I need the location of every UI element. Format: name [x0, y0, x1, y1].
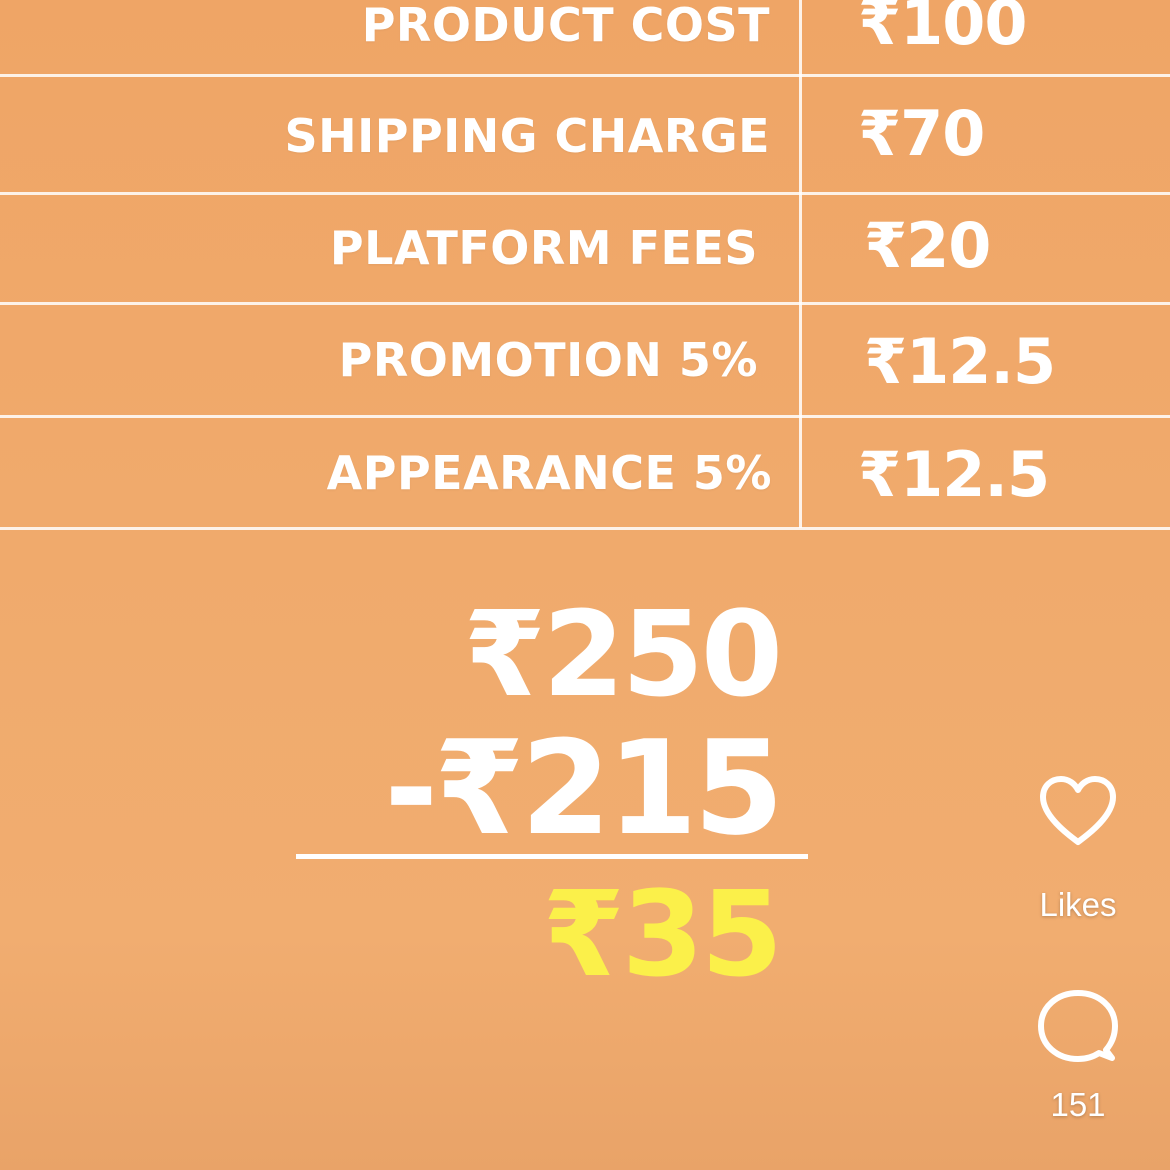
calc-total: ₹250: [463, 585, 783, 723]
row-value: ₹12.5: [858, 438, 1050, 511]
row-value: ₹12.5: [864, 325, 1056, 398]
calc-result: ₹35: [542, 865, 783, 1003]
cost-table: PRODUCT COST ₹100 SHIPPING CHARGE ₹70 PL…: [0, 0, 1170, 530]
row-value: ₹20: [864, 209, 991, 282]
table-row: PRODUCT COST ₹100: [0, 0, 1170, 74]
calc-subtract: -₹215: [384, 712, 784, 864]
row-label: PRODUCT COST: [361, 0, 770, 52]
table-row: SHIPPING CHARGE ₹70: [0, 77, 1170, 187]
table-row: PROMOTION 5% ₹12.5: [0, 305, 1170, 415]
row-label: PLATFORM FEES: [329, 221, 758, 275]
row-label: PROMOTION 5%: [338, 333, 758, 387]
row-label: APPEARANCE 5%: [326, 446, 772, 500]
table-row: PLATFORM FEES ₹20: [0, 195, 1170, 305]
comment-button[interactable]: 151: [1030, 988, 1126, 1124]
heart-icon: [1030, 774, 1126, 848]
row-label: SHIPPING CHARGE: [284, 109, 770, 163]
calc-divider: [296, 854, 808, 859]
comment-count: 151: [1050, 1086, 1106, 1123]
like-button[interactable]: Likes: [1030, 774, 1126, 924]
row-divider: [0, 527, 1170, 530]
row-value: ₹100: [858, 0, 1028, 59]
table-row: APPEARANCE 5% ₹12.5: [0, 418, 1170, 528]
row-value: ₹70: [858, 97, 985, 170]
comment-icon: [1030, 988, 1126, 1066]
likes-label: Likes: [1039, 886, 1117, 923]
